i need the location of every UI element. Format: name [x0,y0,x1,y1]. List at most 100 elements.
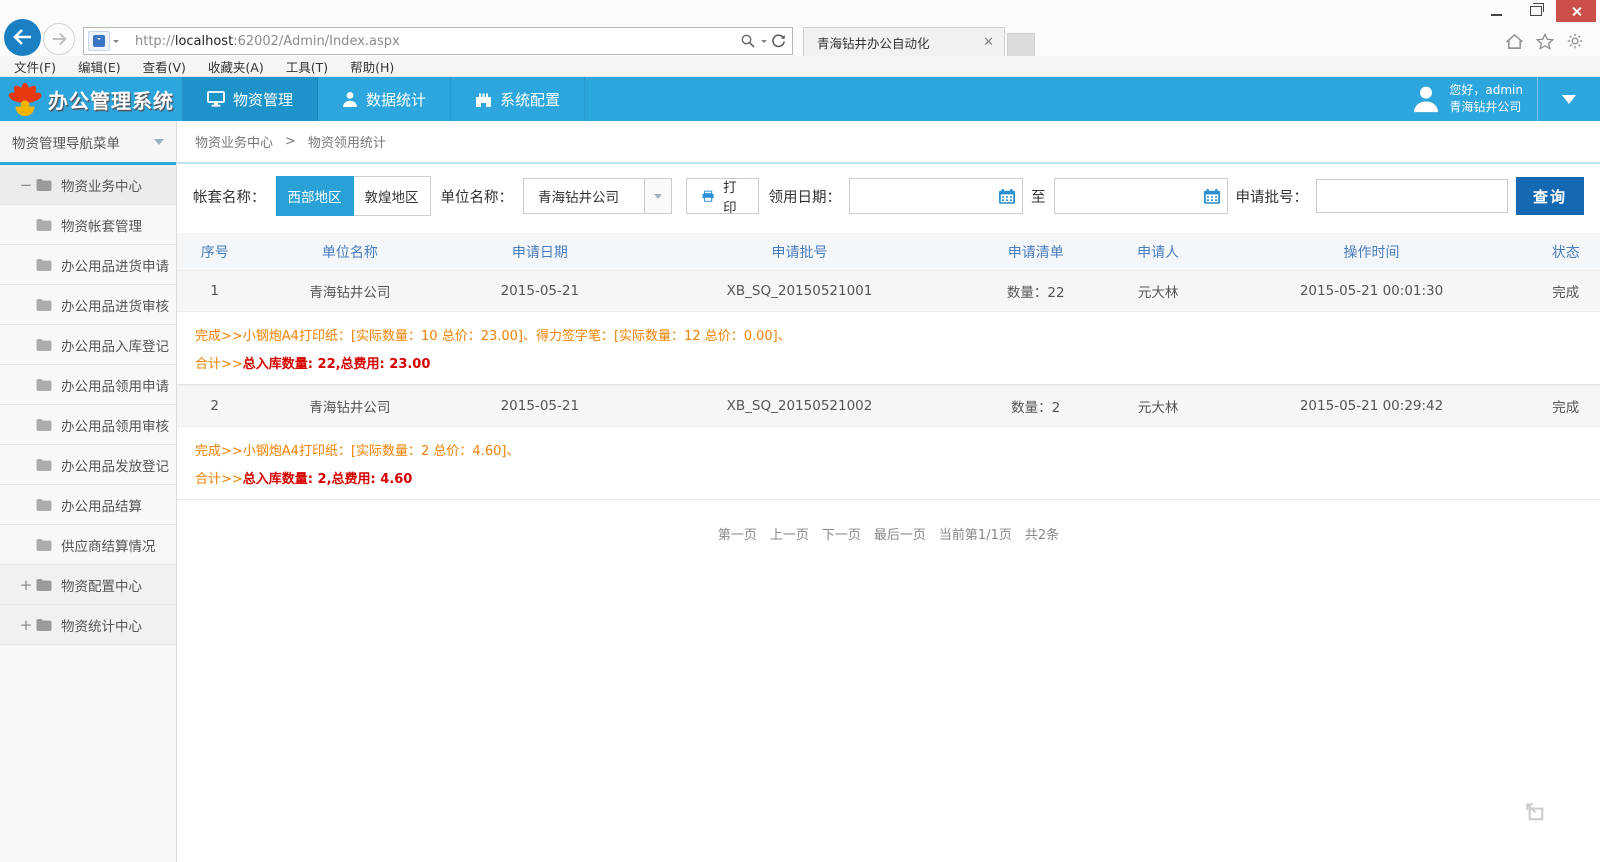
date-from-input[interactable] [857,188,999,205]
url-text[interactable]: http://localhost:62002/Admin/Index.aspx [135,34,740,49]
menu-item[interactable]: 工具(T) [286,57,328,76]
expand-toggle-icon[interactable]: + [18,616,34,634]
cell-time: 2015-05-21 00:01:30 [1211,283,1531,299]
calendar-icon[interactable] [1204,189,1220,204]
date-to-input[interactable] [1062,188,1204,205]
minimize-button[interactable] [1476,0,1516,22]
pagination: 第一页上一页下一页最后一页 当前第1/1页 共2条 [177,524,1600,543]
sidebar-item[interactable]: 供应商结算情况 [0,525,176,565]
cell-date: 2015-05-21 [447,398,632,414]
row-detail: 完成>>小钢炮A4打印纸：[实际数量：2 总价：4.60]、 合计>>总入库数量… [177,427,1600,500]
date-from-field[interactable] [849,178,1023,214]
query-button[interactable]: 查询 [1516,177,1584,215]
user-menu-button[interactable] [1537,77,1600,121]
breadcrumb-parent[interactable]: 物资业务中心 [195,132,273,151]
sidebar-header[interactable]: 物资管理导航菜单 [0,121,176,165]
pagination-total: 共2条 [1025,524,1059,543]
restore-button[interactable] [1516,0,1556,22]
main-content: 物资业务中心 > 物资领用统计 帐套名称： 西部地区敦煌地区 单位名称： 青海钻… [177,121,1600,862]
forward-arrow-icon [51,32,67,46]
pagination-link[interactable]: 第一页 [718,524,757,543]
batch-input[interactable] [1316,179,1508,213]
menu-item[interactable]: 查看(V) [143,57,186,76]
settings-gear-icon[interactable] [1566,32,1584,50]
print-button[interactable]: 打印 [686,178,759,214]
cell-status: 完成 [1532,396,1600,416]
sidebar-item[interactable]: + 物资统计中心 [0,605,176,645]
menu-item[interactable]: 收藏夹(A) [208,57,264,76]
calendar-icon[interactable] [999,189,1015,204]
sidebar-item-label: 物资配置中心 [61,575,142,595]
breadcrumb-current: 物资领用统计 [308,132,386,151]
printer-icon [702,189,714,204]
address-dropdown-caret[interactable] [113,40,119,46]
search-caret[interactable] [761,40,767,46]
cell-unit: 青海钻井公司 [252,396,447,416]
sidebar-item[interactable]: 办公用品进货审核 [0,285,176,325]
resize-corner-icon[interactable] [1523,799,1548,828]
tab-materials-management[interactable]: 物资管理 [183,77,318,121]
expand-toggle-icon[interactable]: + [18,576,34,594]
select-chevron[interactable] [644,179,671,213]
sidebar-item[interactable]: 办公用品领用审核 [0,405,176,445]
sidebar-item[interactable]: + 物资配置中心 [0,565,176,605]
table-row[interactable]: 2 青海钻井公司 2015-05-21 XB_SQ_20150521002 数量… [177,385,1600,427]
tab-title: 青海钻井办公自动化 [817,33,979,52]
address-bar[interactable]: http://localhost:62002/Admin/Index.aspx [83,27,793,55]
region-button[interactable]: 敦煌地区 [354,176,431,216]
back-button[interactable] [4,19,41,56]
favorites-star-icon[interactable] [1536,33,1554,50]
date-to-field[interactable] [1054,178,1228,214]
chevron-down-icon [1562,95,1576,111]
unit-select[interactable]: 青海钻井公司 [523,178,672,214]
pagination-link[interactable]: 上一页 [770,524,809,543]
to-label: 至 [1031,186,1046,207]
tab-close-icon[interactable]: ✕ [979,35,998,50]
folder-icon [36,459,52,471]
sidebar-item[interactable]: 办公用品入库登记 [0,325,176,365]
building-icon [475,92,492,107]
forward-button[interactable] [43,23,75,55]
search-icon[interactable] [740,33,756,49]
cell-applicant: 元大林 [1105,396,1212,416]
table-row-group: 2 青海钻井公司 2015-05-21 XB_SQ_20150521002 数量… [177,385,1600,500]
batch-label: 申请批号： [1236,186,1309,207]
refresh-button[interactable] [771,34,786,49]
menu-item[interactable]: 帮助(H) [350,57,394,76]
region-toggle-group: 西部地区敦煌地区 [276,176,431,216]
browser-tab[interactable]: 青海钻井办公自动化 ✕ [803,27,1005,56]
filter-bar: 帐套名称： 西部地区敦煌地区 单位名称： 青海钻井公司 打印 领用日期： [177,164,1600,225]
tab-system-config[interactable]: 系统配置 [451,77,585,121]
menu-item[interactable]: 编辑(E) [78,57,121,76]
table-header-cell: 申请批号 [632,242,966,262]
chevron-down-icon [154,139,164,150]
table-row[interactable]: 1 青海钻井公司 2015-05-21 XB_SQ_20150521001 数量… [177,270,1600,312]
user-info[interactable]: 您好，admin 青海钻井公司 [1397,77,1537,121]
table-header-cell: 状态 [1532,242,1600,262]
close-button[interactable] [1556,0,1596,22]
sidebar-item[interactable]: 办公用品进货申请 [0,245,176,285]
menu-item[interactable]: 文件(F) [14,57,56,76]
pagination-link[interactable]: 下一页 [822,524,861,543]
compatibility-icon[interactable] [88,31,110,51]
restore-icon [1530,6,1542,16]
detail-items-text: 完成>>小钢炮A4打印纸：[实际数量：10 总价：23.00]、得力签字笔：[实… [195,325,1584,344]
folder-icon [36,179,52,191]
app-title: 办公管理系统 [48,85,174,114]
user-avatar-icon [1411,84,1441,114]
detail-total-prefix: 合计>> [195,357,243,372]
tab-label: 物资管理 [233,89,293,110]
region-button[interactable]: 西部地区 [276,176,354,216]
expand-toggle-icon[interactable]: − [18,176,34,194]
sidebar-item[interactable]: 物资帐套管理 [0,205,176,245]
detail-total-prefix: 合计>> [195,472,243,487]
new-tab-button[interactable] [1007,33,1035,56]
sidebar-item[interactable]: − 物资业务中心 [0,165,176,205]
home-icon[interactable] [1505,33,1524,50]
sidebar-item[interactable]: 办公用品领用申请 [0,365,176,405]
sidebar-item[interactable]: 办公用品发放登记 [0,445,176,485]
tab-data-statistics[interactable]: 数据统计 [318,77,451,121]
sidebar-item[interactable]: 办公用品结算 [0,485,176,525]
pagination-link[interactable]: 最后一页 [874,524,926,543]
sidebar-item-label: 办公用品领用审核 [61,415,169,435]
